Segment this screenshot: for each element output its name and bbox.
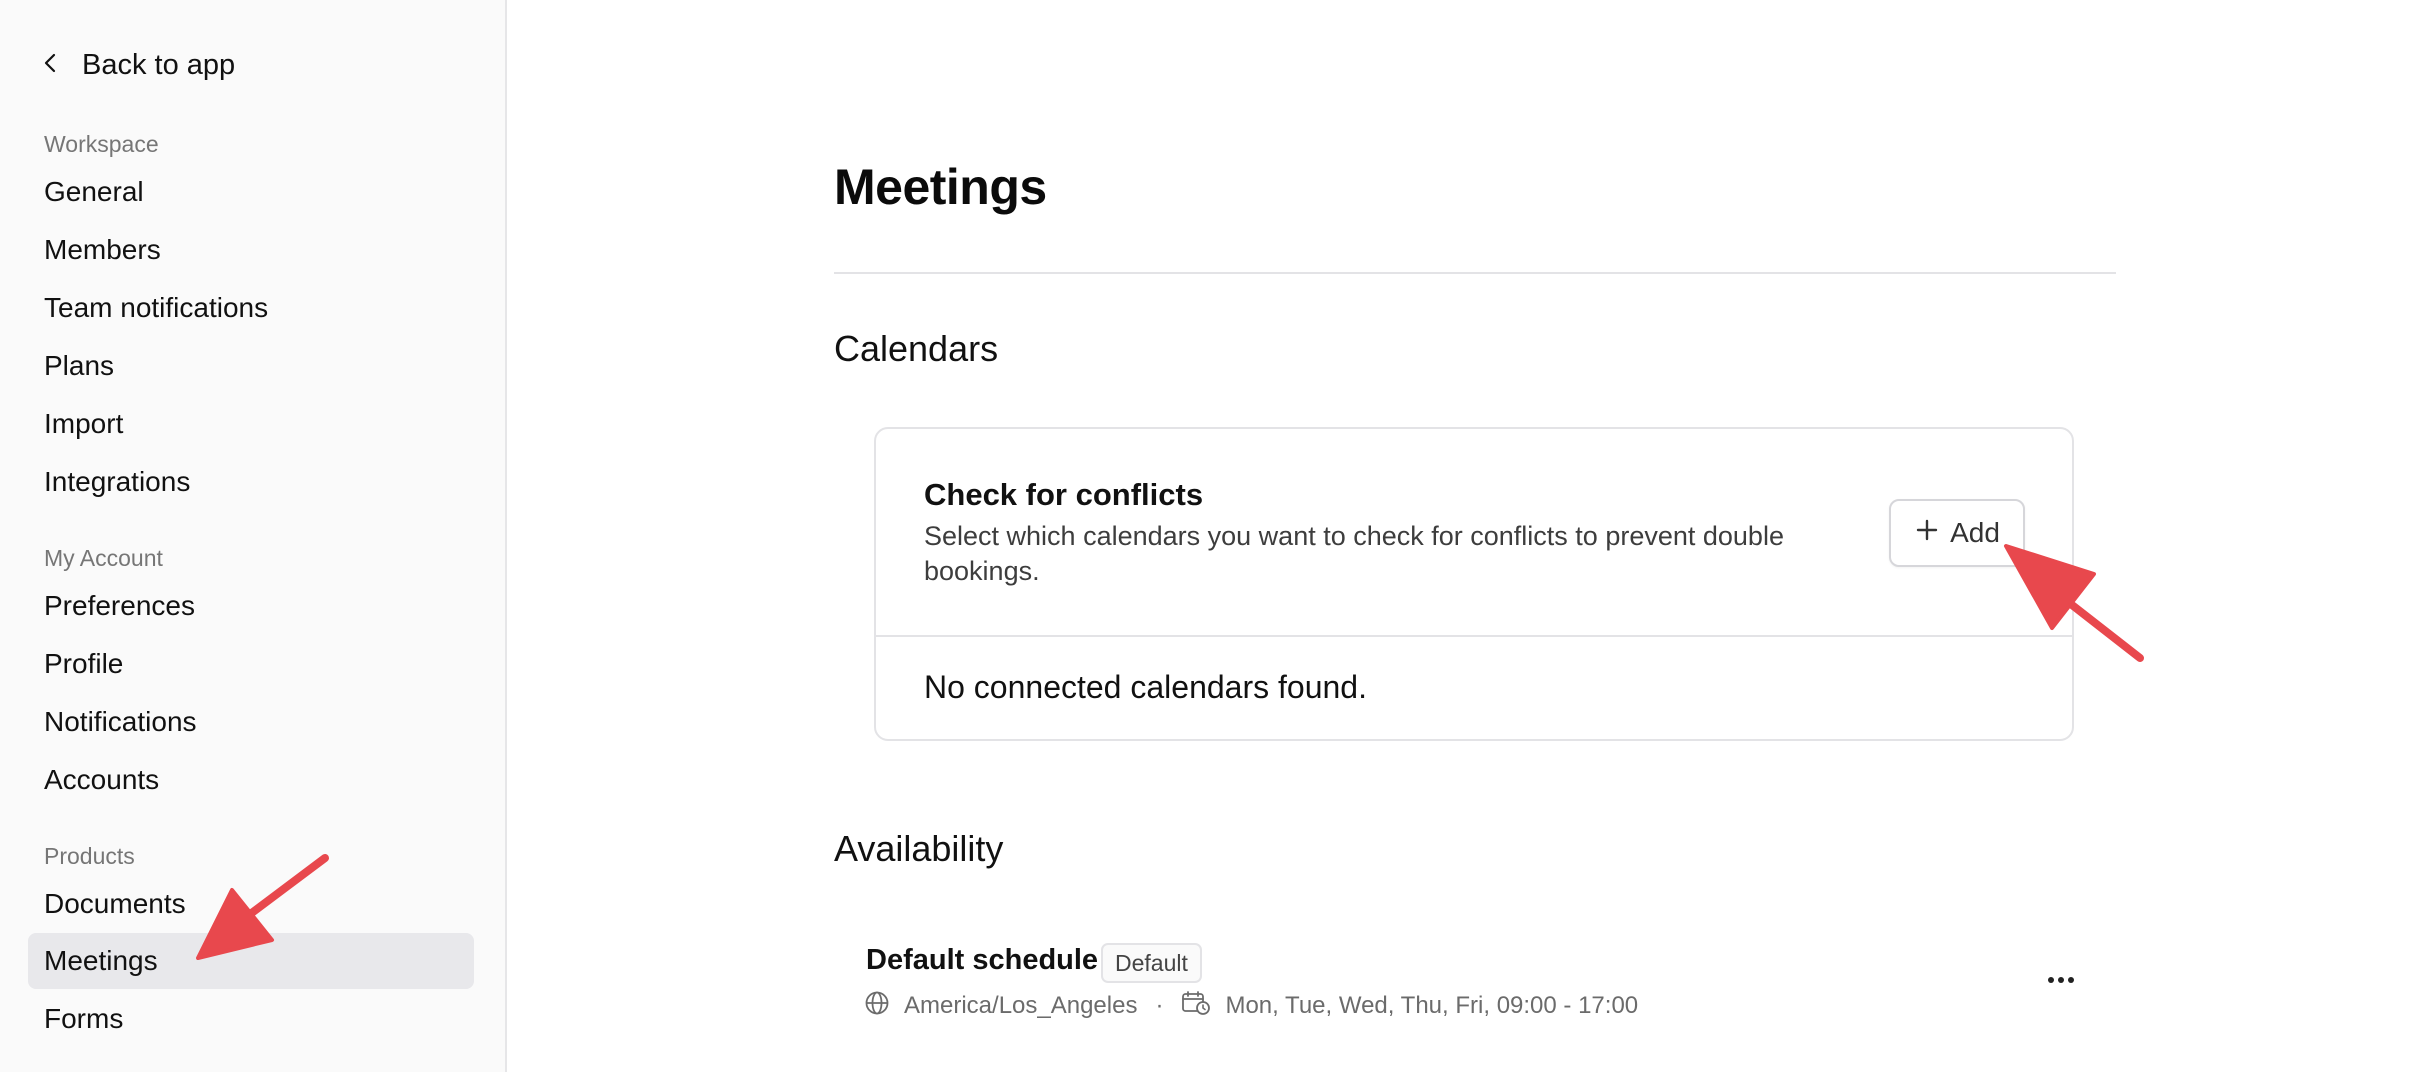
sidebar-item-label: Notifications [44, 706, 197, 737]
sidebar-item-integrations[interactable]: Integrations [28, 454, 474, 510]
page-title: Meetings [834, 159, 1047, 215]
sidebar-item-label: Team notifications [44, 292, 269, 323]
sidebar-item-forms[interactable]: Forms [28, 991, 474, 1047]
sidebar-item-label: Profile [44, 648, 124, 679]
plus-icon [1914, 517, 1940, 550]
globe-icon [864, 990, 890, 1023]
sidebar-item-preferences[interactable]: Preferences [28, 578, 474, 634]
add-button-label: Add [1950, 517, 2000, 548]
schedule-name[interactable]: Default schedule [866, 944, 1098, 977]
more-horizontal-icon [2046, 972, 2076, 990]
sidebar-item-label: Preferences [44, 590, 195, 621]
sidebar-item-label: Forms [44, 1003, 124, 1034]
section-label-my-account: My Account [44, 545, 163, 571]
section-label-products: Products [44, 843, 135, 869]
sidebar-item-accounts[interactable]: Accounts [28, 752, 474, 808]
sidebar-item-team-notifications[interactable]: Team notifications [28, 280, 474, 336]
timezone-label: America/Los_Angeles [904, 992, 1138, 1019]
conflicts-card: Check for conflicts Select which calenda… [874, 427, 2074, 741]
add-calendar-button[interactable]: Add [1889, 499, 2025, 567]
sidebar-item-profile[interactable]: Profile [28, 636, 474, 692]
calendar-clock-icon [1181, 990, 1211, 1023]
conflicts-title: Check for conflicts [924, 477, 1204, 512]
sidebar-item-label: Integrations [44, 466, 191, 497]
sidebar-item-import[interactable]: Import [28, 396, 474, 452]
meta-separator: · [1155, 992, 1164, 1019]
sidebar-item-label: Meetings [44, 945, 158, 976]
conflicts-description: Select which calendars you want to check… [924, 521, 1784, 586]
chevron-left-icon [40, 49, 62, 82]
sidebar-item-label: Plans [44, 350, 115, 381]
availability-heading: Availability [834, 828, 1004, 869]
sidebar-item-general[interactable]: General [28, 164, 474, 220]
hours-label: Mon, Tue, Wed, Thu, Fri, 09:00 - 17:00 [1225, 992, 1639, 1019]
title-divider [834, 272, 2116, 274]
back-to-app-label: Back to app [82, 48, 236, 81]
sidebar-item-notifications[interactable]: Notifications [28, 694, 474, 750]
settings-sidebar: Back to app Workspace General Members Te… [0, 0, 507, 1072]
sidebar-item-label: Documents [44, 888, 186, 919]
sidebar-item-label: Import [44, 408, 124, 439]
sidebar-item-documents[interactable]: Documents [28, 876, 474, 932]
sidebar-item-meetings[interactable]: Meetings [28, 933, 474, 989]
sidebar-item-label: Accounts [44, 764, 160, 795]
sidebar-item-label: Members [44, 234, 161, 265]
sidebar-item-label: General [44, 176, 144, 207]
sidebar-item-plans[interactable]: Plans [28, 338, 474, 394]
calendars-heading: Calendars [834, 328, 999, 369]
default-badge: Default [1101, 943, 1202, 983]
no-calendars-message: No connected calendars found. [924, 669, 1367, 705]
schedule-more-button[interactable] [2040, 960, 2082, 1002]
sidebar-item-members[interactable]: Members [28, 222, 474, 278]
schedule-timezone: America/Los_Angeles · Mon, Tue, Wed, Thu… [864, 988, 1638, 1024]
card-divider [876, 635, 2072, 637]
back-to-app-link[interactable]: Back to app [40, 40, 235, 90]
section-label-workspace: Workspace [44, 131, 159, 157]
